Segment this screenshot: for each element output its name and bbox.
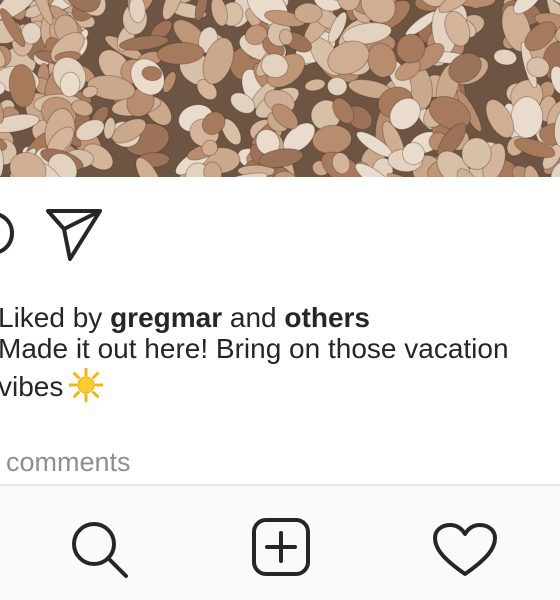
liked-by-joiner: and [229, 302, 277, 333]
heart-icon [433, 523, 497, 576]
sun-emoji-icon [69, 368, 104, 402]
comment-button[interactable] [0, 207, 18, 263]
liked-by-user-link[interactable]: gregmar [110, 302, 222, 333]
liked-by-others-link[interactable]: others [284, 302, 370, 333]
nav-search-button[interactable] [68, 520, 132, 580]
add-post-icon [252, 518, 310, 576]
view-comments-link[interactable]: comments [6, 447, 131, 478]
nav-activity-button[interactable] [432, 522, 498, 578]
post-action-bar [0, 177, 560, 287]
caption-line-1: Made it out here! Bring on those vacatio… [0, 333, 509, 364]
search-icon [72, 522, 128, 578]
share-button[interactable] [44, 207, 104, 263]
post-photo[interactable] [0, 0, 560, 177]
liked-by-prefix: Liked by [0, 302, 103, 333]
nav-add-post-button[interactable] [250, 516, 312, 578]
bottom-navbar [0, 486, 560, 600]
caption-line-2-wrap: vibes [0, 368, 560, 406]
caption-line-2: vibes [0, 371, 64, 402]
paper-plane-icon [46, 209, 102, 261]
post-caption: Made it out here! Bring on those vacatio… [0, 330, 560, 406]
comment-icon [0, 213, 14, 254]
pebble-beach-image [0, 0, 560, 177]
